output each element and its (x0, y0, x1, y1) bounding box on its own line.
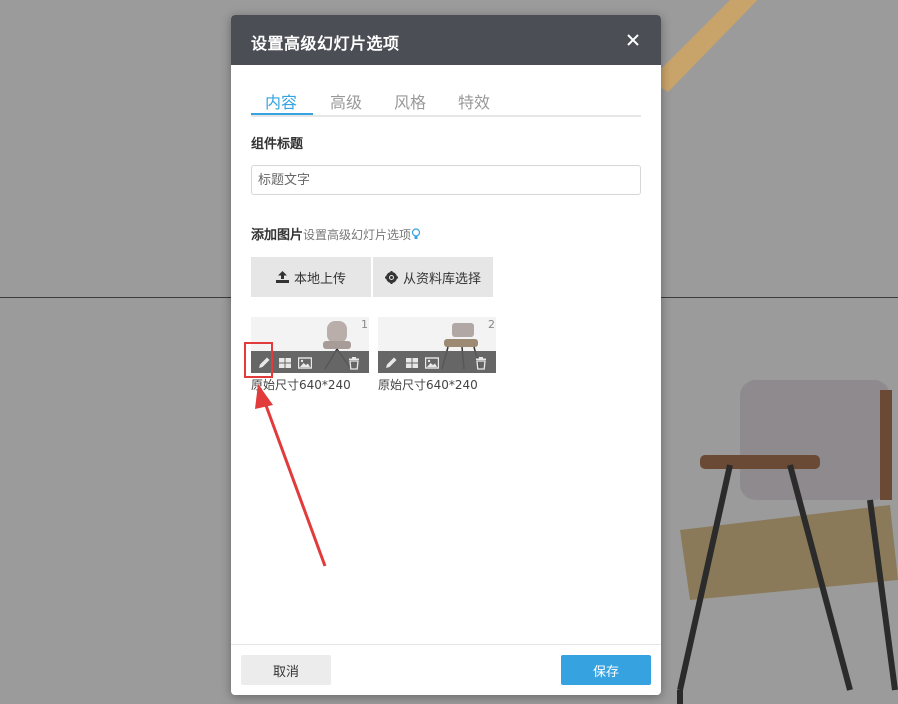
dialog-header: 设置高级幻灯片选项 (231, 15, 661, 65)
image-size-text: 原始尺寸640*240 (251, 378, 351, 392)
picture-icon[interactable] (297, 355, 313, 369)
gear-icon (384, 270, 398, 284)
choose-from-library-button[interactable]: 从资料库选择 (373, 257, 493, 297)
save-button[interactable]: 保存 (561, 655, 651, 685)
add-image-hint: 设置高级幻灯片选项 (303, 228, 412, 242)
layout-grid-icon[interactable] (278, 355, 292, 369)
settings-tabs: 内容 高级 风格 特效 (251, 85, 641, 117)
cancel-button[interactable]: 取消 (241, 655, 331, 685)
widget-title-label: 组件标题 (251, 137, 304, 152)
layout-grid-icon[interactable] (405, 355, 419, 369)
slideshow-settings-dialog: 设置高级幻灯片选项 内容 高级 风格 特效 组件标题 添加图片设置高级幻灯片选项… (231, 15, 661, 695)
close-icon[interactable] (623, 30, 643, 50)
choose-from-library-label: 从资料库选择 (402, 271, 481, 287)
image-index: 1 (361, 318, 368, 331)
lightbulb-icon (411, 228, 421, 239)
pencil-icon[interactable] (384, 355, 398, 369)
dialog-title: 设置高级幻灯片选项 (251, 34, 400, 53)
image-index: 2 (488, 318, 495, 331)
upload-local-label: 本地上传 (293, 271, 346, 287)
background-wood-decor (650, 0, 758, 92)
trash-icon[interactable] (474, 355, 488, 370)
tab-style[interactable]: 风格 (394, 89, 426, 115)
image-size-text: 原始尺寸640*240 (378, 378, 478, 392)
picture-icon[interactable] (424, 355, 440, 369)
tab-advanced[interactable]: 高级 (330, 89, 362, 115)
widget-title-input[interactable] (251, 165, 641, 195)
tab-effects[interactable]: 特效 (458, 89, 490, 115)
tab-content[interactable]: 内容 (265, 89, 297, 115)
upload-icon (275, 271, 289, 283)
add-image-label: 添加图片设置高级幻灯片选项 (251, 224, 421, 243)
pencil-icon[interactable] (257, 355, 271, 369)
active-tab-indicator (251, 113, 313, 115)
dialog-footer: 取消 保存 (231, 644, 661, 695)
trash-icon[interactable] (347, 355, 361, 370)
upload-local-button[interactable]: 本地上传 (251, 257, 371, 297)
background-chair-image (677, 380, 898, 704)
add-image-label-text: 添加图片 (251, 228, 304, 243)
